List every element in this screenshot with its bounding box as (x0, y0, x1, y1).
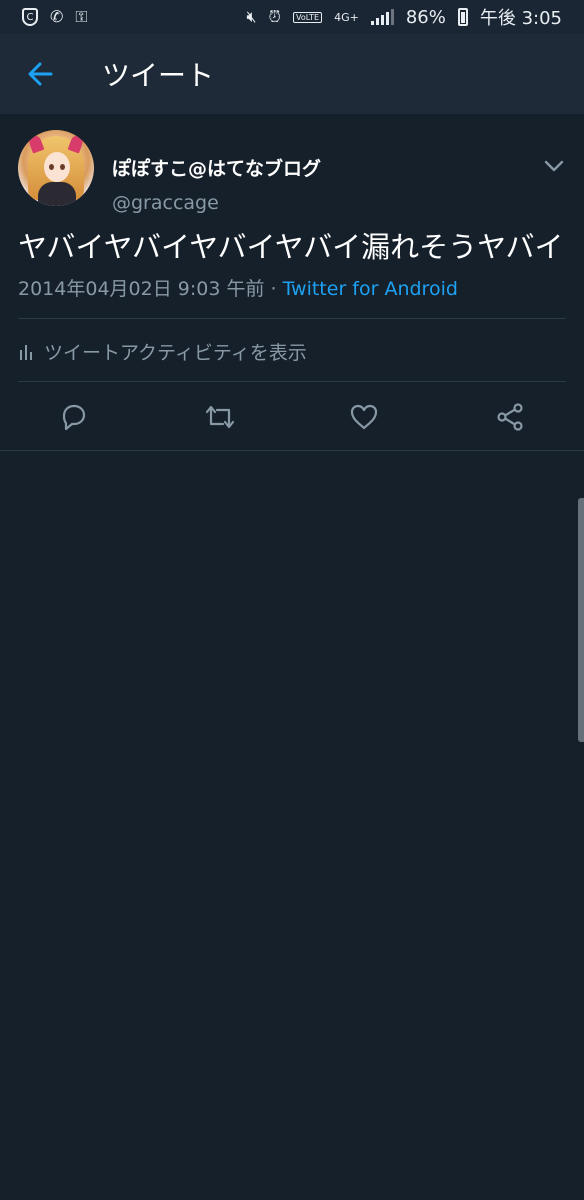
battery-icon (457, 8, 468, 26)
share-button[interactable] (495, 402, 525, 432)
alarm-icon: ⏰︎ (268, 7, 282, 26)
tweet-text: ヤバイヤバイヤバイヤバイ漏れそうヤバイ (18, 230, 564, 264)
user-handle[interactable]: @graccage (112, 192, 219, 214)
activity-label: ツイートアクティビティを表示 (44, 342, 307, 364)
tweet-timestamp: 2014年04月02日 9:03 午前 · (18, 278, 283, 300)
scrollbar[interactable] (578, 498, 584, 742)
share-icon (497, 403, 523, 431)
app-bar: ツイート (0, 34, 584, 114)
divider (0, 450, 584, 451)
heart-icon (350, 404, 378, 430)
avatar[interactable] (18, 130, 94, 206)
tweet-source-link[interactable]: Twitter for Android (283, 278, 458, 300)
network-type: 4G+ (334, 10, 359, 24)
tweet-actions (0, 382, 584, 450)
like-button[interactable] (349, 402, 379, 432)
status-bar-right: 🔇︎ ⏰︎ VoLTE 4G+ 86% 午後 3:05 (246, 4, 562, 30)
display-name[interactable]: ぽぽすこ@はてなブログ (112, 154, 321, 181)
volte-indicator: VoLTE (293, 11, 323, 23)
reply-button[interactable] (58, 402, 88, 432)
tweet-menu-button[interactable] (542, 156, 566, 176)
status-bar-left: C ✆ ⚿ (22, 8, 88, 26)
call-icon: ✆ (50, 7, 64, 26)
view-activity-button[interactable]: ツイートアクティビティを表示 (18, 338, 307, 365)
divider (18, 318, 566, 319)
battery-percent: 86% (405, 6, 446, 28)
retweet-icon (205, 405, 235, 429)
signal-icon (370, 9, 394, 25)
page-title: ツイート (102, 59, 215, 92)
retweet-button[interactable] (203, 402, 235, 432)
bar-chart-icon (20, 344, 32, 360)
clock: 午後 3:05 (479, 8, 562, 29)
key-icon: ⚿ (75, 7, 88, 26)
shield-icon: C (22, 8, 38, 26)
arrow-left-icon (28, 62, 53, 86)
tweet-header: ぽぽすこ@はてなブログ @graccage (18, 130, 566, 214)
back-button[interactable] (0, 34, 80, 114)
chevron-down-icon (544, 160, 564, 172)
reply-icon (62, 404, 86, 431)
tweet-meta: 2014年04月02日 9:03 午前 · Twitter for Androi… (18, 274, 458, 301)
mute-icon: 🔇︎ (246, 7, 257, 26)
status-bar: C ✆ ⚿ 🔇︎ ⏰︎ VoLTE 4G+ 86% 午後 3:05 (0, 0, 584, 34)
